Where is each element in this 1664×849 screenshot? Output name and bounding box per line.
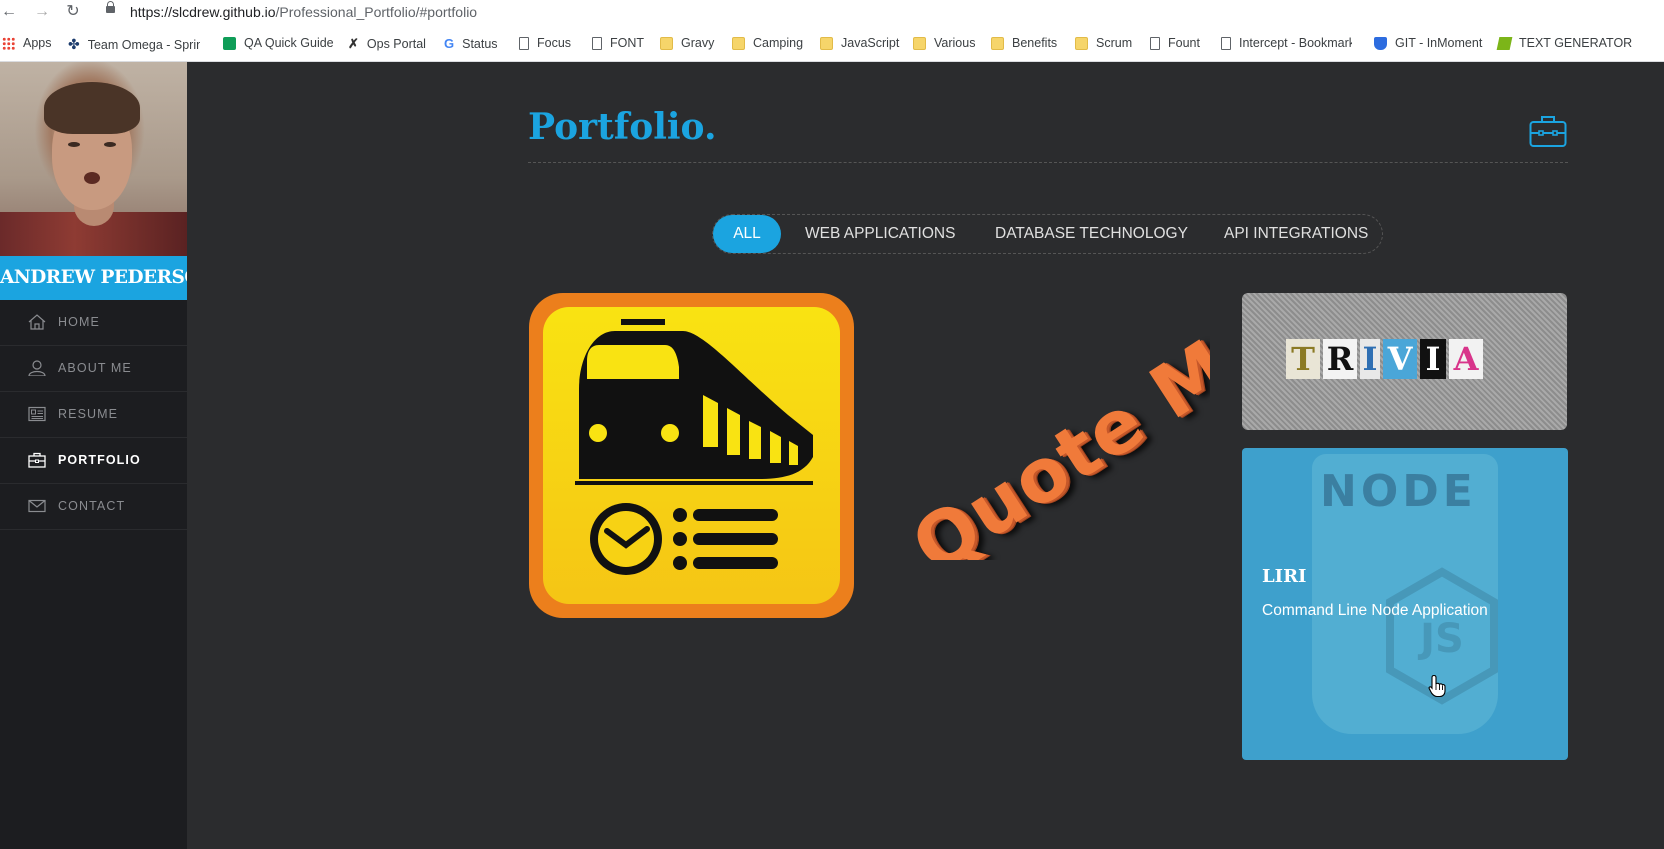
- folder-icon: [660, 36, 673, 50]
- folder-icon: [820, 36, 833, 50]
- trivia-letter: R: [1323, 339, 1357, 379]
- project-card-quote-me[interactable]: Quote Me: [870, 300, 1210, 560]
- briefcase-icon: [28, 452, 46, 468]
- project-card-train-schedule[interactable]: [529, 293, 854, 618]
- bookmark-font[interactable]: FONT: [592, 36, 644, 50]
- folder-icon: [732, 36, 745, 50]
- bookmark-javascript[interactable]: JavaScript: [820, 36, 899, 50]
- trivia-letter: T: [1286, 339, 1320, 379]
- page-icon: [1150, 36, 1160, 50]
- shield-icon: [1374, 36, 1387, 50]
- trivia-letter: V: [1383, 339, 1417, 379]
- bookmark-gravy[interactable]: Gravy: [660, 36, 714, 50]
- filter-all[interactable]: ALL: [713, 215, 781, 253]
- sidebar-item-home[interactable]: HOME: [0, 300, 187, 346]
- portfolio-filter-bar: ALL WEB APPLICATIONS DATABASE TECHNOLOGY…: [712, 214, 1383, 254]
- project-card-liri[interactable]: NODE JS LIRI Command Line Node Applicati…: [1242, 448, 1568, 760]
- google-icon: G: [444, 36, 455, 51]
- bookmark-various[interactable]: Various: [913, 36, 975, 50]
- project-card-trivia[interactable]: T R I V I A: [1242, 293, 1567, 430]
- node-logo-text: NODE: [1320, 466, 1477, 517]
- bookmark-focus[interactable]: Focus: [519, 36, 571, 50]
- folder-icon: [913, 36, 926, 50]
- bookmark-camping[interactable]: Camping: [732, 36, 803, 50]
- bookmark-qa-quick-guide[interactable]: QA Quick Guide: [223, 36, 334, 50]
- profile-name: ANDREW PEDERSON: [0, 267, 187, 288]
- bookmark-fount[interactable]: Fount: [1150, 36, 1200, 50]
- filter-api-integrations[interactable]: API INTEGRATIONS: [1224, 215, 1368, 253]
- bookmark-text-generator[interactable]: TEXT GENERATOR: [1496, 36, 1632, 50]
- forward-arrow-icon[interactable]: →: [33, 3, 51, 21]
- sidebar-menu: HOME ABOUT ME RESUME PORTFOLIO CONTACT: [0, 300, 187, 530]
- bookmark-scrum[interactable]: Scrum: [1075, 36, 1132, 50]
- back-arrow-icon[interactable]: ←: [0, 3, 18, 21]
- folder-icon: [1075, 36, 1088, 50]
- sidebar-item-label: ABOUT ME: [58, 361, 132, 375]
- browser-address-bar: ← → ↻ https://slcdrew.github.io/Professi…: [0, 0, 1664, 24]
- url-field[interactable]: https://slcdrew.github.io/Professional_P…: [130, 4, 477, 20]
- bookmark-benefits[interactable]: Benefits: [991, 36, 1057, 50]
- hand-cursor-icon: [1428, 674, 1446, 698]
- bookmark-ops-portal[interactable]: ✗ Ops Portal: [348, 36, 426, 52]
- briefcase-icon: [1529, 116, 1567, 147]
- title-divider: [528, 162, 1568, 163]
- project-subtitle: Command Line Node Application: [1262, 602, 1488, 619]
- person-icon: [28, 360, 46, 376]
- bookmark-git-inmoment[interactable]: GIT - InMoment: [1374, 36, 1482, 50]
- sheets-icon: [223, 36, 236, 50]
- bookmarks-bar: Apps ✤ Team Omega - Sprint QA Quick Guide…: [0, 24, 1664, 62]
- avatar: [0, 62, 187, 256]
- page-title: Portfolio.: [528, 106, 717, 148]
- sidebar-item-about-me[interactable]: ABOUT ME: [0, 346, 187, 392]
- resume-icon: [28, 406, 46, 422]
- project-title: LIRI: [1262, 566, 1307, 587]
- team-icon: ✤: [68, 36, 80, 52]
- trivia-letter: I: [1420, 339, 1446, 379]
- lock-icon: [106, 1, 115, 13]
- home-icon: [28, 314, 46, 330]
- sidebar-item-label: PORTFOLIO: [58, 453, 141, 467]
- trivia-letter: I: [1360, 339, 1380, 379]
- sidebar-item-contact[interactable]: CONTACT: [0, 484, 187, 530]
- page-icon: [519, 36, 529, 50]
- bookmark-team-omega[interactable]: ✤ Team Omega - Sprint: [68, 36, 200, 53]
- sidebar-item-label: RESUME: [58, 407, 119, 421]
- page-icon: [592, 36, 602, 50]
- sidebar-item-label: HOME: [58, 315, 100, 329]
- folder-icon: [991, 36, 1004, 50]
- bookmark-status[interactable]: G Status: [444, 36, 498, 51]
- trivia-letter: A: [1449, 339, 1483, 379]
- sidebar: ANDREW PEDERSON HOME ABOUT ME RESUME POR…: [0, 62, 187, 849]
- bookmark-apps[interactable]: Apps: [2, 36, 52, 50]
- reload-icon[interactable]: ↻: [64, 3, 82, 21]
- svg-text:JS: JS: [1417, 616, 1464, 662]
- filter-web-applications[interactable]: WEB APPLICATIONS: [805, 215, 955, 253]
- x-logo-icon: ✗: [348, 36, 359, 51]
- text-generator-icon: [1496, 36, 1513, 50]
- train-schedule-icon: [575, 319, 813, 575]
- filter-database-technology[interactable]: DATABASE TECHNOLOGY: [995, 215, 1188, 253]
- sidebar-item-label: CONTACT: [58, 499, 126, 513]
- trivia-logo: T R I V I A: [1286, 339, 1483, 379]
- page-icon: [1221, 36, 1231, 50]
- sidebar-item-resume[interactable]: RESUME: [0, 392, 187, 438]
- sidebar-item-portfolio[interactable]: PORTFOLIO: [0, 438, 187, 484]
- envelope-icon: [28, 499, 46, 513]
- apps-grid-icon: [2, 36, 15, 50]
- quote-me-logo-text: Quote Me: [897, 300, 1210, 560]
- bookmark-intercept[interactable]: Intercept - Bookmark: [1221, 36, 1352, 50]
- profile-name-bar: ANDREW PEDERSON: [0, 256, 187, 300]
